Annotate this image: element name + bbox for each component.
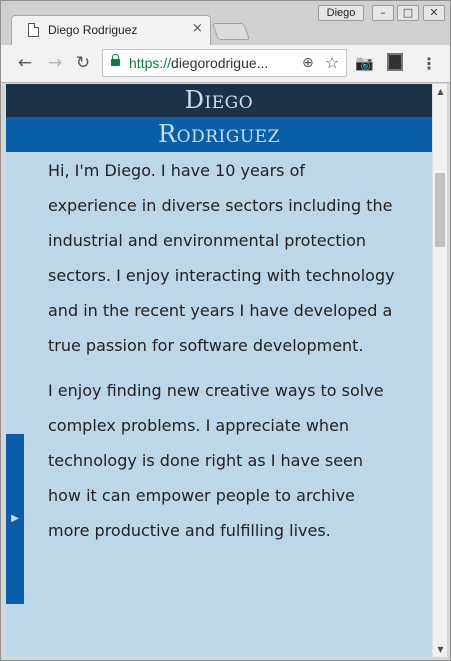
browser-window: Diego Rodriguez × Diego – □ ✕ ← → ↻ http… bbox=[0, 0, 451, 661]
maximize-button[interactable]: □ bbox=[397, 5, 419, 21]
back-button[interactable]: ← bbox=[15, 53, 35, 73]
bookmark-star-icon[interactable]: ☆ bbox=[325, 53, 339, 72]
tab-close-icon[interactable]: × bbox=[192, 21, 203, 36]
lock-icon[interactable] bbox=[111, 54, 120, 66]
title-bar: Diego Rodriguez × Diego – □ ✕ bbox=[1, 1, 450, 45]
url-scheme: https:// bbox=[129, 55, 172, 71]
tab-title: Diego Rodriguez bbox=[48, 23, 138, 37]
page-viewport: Diego Rodriguez Hi, I'm Diego. I have 10… bbox=[6, 84, 432, 657]
zoom-icon[interactable]: ⊕ bbox=[302, 55, 314, 71]
forward-button[interactable]: → bbox=[45, 53, 65, 73]
address-bar[interactable]: https://diegorodrigue... ⊕ ☆ bbox=[102, 49, 347, 77]
about-paragraph: Hi, I'm Diego. I have 10 years of experi… bbox=[48, 161, 395, 355]
browser-tab[interactable]: Diego Rodriguez × bbox=[11, 15, 211, 45]
about-content: Hi, I'm Diego. I have 10 years of experi… bbox=[48, 153, 398, 558]
scroll-thumb[interactable] bbox=[435, 173, 445, 247]
scroll-down-arrow[interactable]: ▼ bbox=[433, 642, 448, 657]
header-last-name-bar: Rodriguez bbox=[6, 117, 432, 152]
browser-toolbar: ← → ↻ https://diegorodrigue... ⊕ ☆ 📷 ⋮ bbox=[1, 45, 450, 83]
minimize-button[interactable]: – bbox=[372, 5, 394, 21]
reload-button[interactable]: ↻ bbox=[73, 53, 93, 73]
about-paragraph: I enjoy finding new creative ways to sol… bbox=[48, 381, 384, 540]
menu-icon[interactable]: ⋮ bbox=[421, 54, 437, 73]
header-first-name: Diego bbox=[184, 86, 254, 114]
extension-icon[interactable] bbox=[387, 53, 403, 71]
header-last-name: Rodriguez bbox=[158, 120, 280, 148]
page-icon bbox=[28, 23, 39, 37]
vertical-scrollbar[interactable]: ▲ ▼ bbox=[432, 84, 447, 657]
url-host: diegorodrigue... bbox=[171, 55, 269, 71]
new-tab-button[interactable] bbox=[211, 23, 251, 40]
side-panel-toggle[interactable]: ▶ bbox=[6, 434, 24, 604]
profile-badge[interactable]: Diego bbox=[318, 5, 364, 21]
url-text[interactable]: https://diegorodrigue... bbox=[129, 55, 268, 71]
scroll-up-arrow[interactable]: ▲ bbox=[433, 84, 448, 99]
camera-icon[interactable]: 📷 bbox=[355, 54, 374, 72]
header-first-name-bar: Diego bbox=[6, 84, 432, 117]
play-arrow-icon: ▶ bbox=[11, 513, 19, 524]
close-window-button[interactable]: ✕ bbox=[423, 5, 445, 21]
